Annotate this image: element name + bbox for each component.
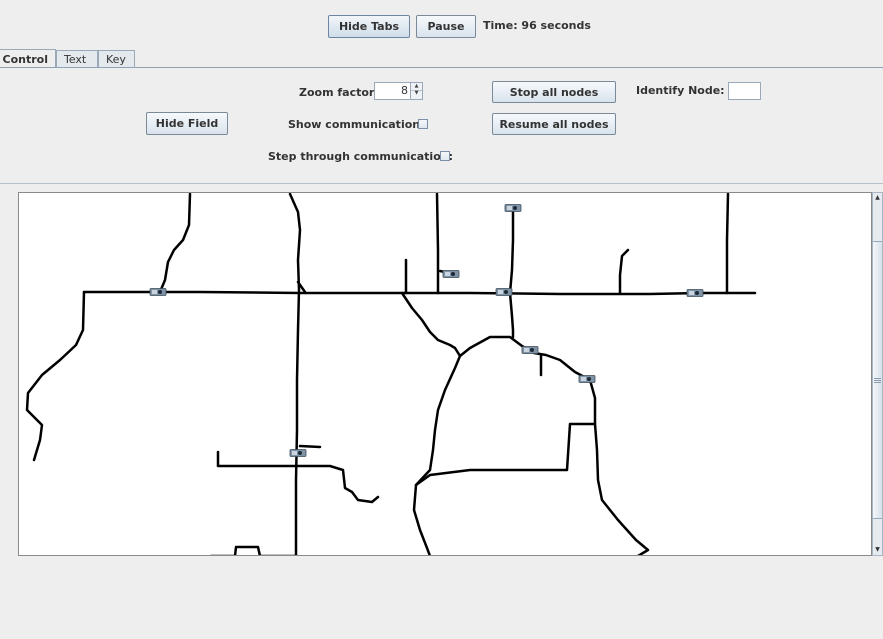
identify-node-label: Identify Node: [636,84,725,97]
stop-all-nodes-button[interactable]: Stop all nodes [492,81,616,103]
sensor-node-icon [504,204,522,212]
resume-all-nodes-button[interactable]: Resume all nodes [492,113,616,135]
time-display: Time: 96 seconds [483,19,591,32]
scroll-grip [874,382,881,383]
road-map [25,193,757,555]
hide-tabs-button[interactable]: Hide Tabs [328,15,410,38]
road-center-drop [508,291,515,339]
sensor-node-icon [686,289,704,297]
road-upper-left [158,193,192,294]
road-loop-left [414,354,462,487]
tab-key[interactable]: Key [98,50,135,67]
vertical-scrollbar[interactable]: ▲ ▼ [872,192,883,556]
show-communication-label: Show communication: [288,118,425,131]
spinner-down-icon[interactable]: ▼ [411,90,422,97]
zoom-factor-spinner[interactable]: 8 ▲ ▼ [374,82,423,100]
zoom-factor-value: 8 [401,84,408,97]
sensor-node-icon [442,270,460,278]
road-right-branch [593,422,650,555]
road-lower-middle [216,450,380,504]
panel-divider [0,183,883,184]
scroll-up-icon[interactable]: ▲ [873,193,882,203]
identify-node-input[interactable] [728,82,761,100]
road-top-center [435,193,440,295]
road-top-center-right [508,206,515,295]
hide-field-button[interactable]: Hide Field [146,112,228,135]
scroll-thumb[interactable] [873,241,882,519]
step-communication-checkbox[interactable] [440,151,450,161]
road-right-spur-2 [725,193,730,295]
road-bottom-left [210,545,297,555]
show-communication-checkbox[interactable] [418,119,428,129]
zoom-factor-label: Zoom factor: [299,86,379,99]
step-communication-label: Step through communication: [268,150,453,163]
road-vertical-center [288,193,302,555]
tab-underline [0,67,883,68]
spinner-arrows: ▲ ▼ [410,83,422,99]
sensor-node-icon [495,288,513,296]
road-right-spur-1 [618,248,630,295]
sensor-node-icon [521,346,539,354]
tab-text[interactable]: Text [56,50,98,67]
scroll-down-icon[interactable]: ▼ [873,545,882,555]
pause-button[interactable]: Pause [416,15,476,38]
sensor-node-icon [149,288,167,296]
road-main-horizontal [82,290,757,296]
sensor-node-icon [578,375,596,383]
road-diagonal-south [400,291,597,555]
tab-control[interactable]: Control [0,49,56,68]
simulation-field[interactable] [18,192,872,556]
scroll-grip [874,380,881,381]
road-small-spur [298,444,322,449]
scroll-grip [874,378,881,379]
road-left-branch [25,290,86,462]
sensor-node-icon [289,449,307,457]
